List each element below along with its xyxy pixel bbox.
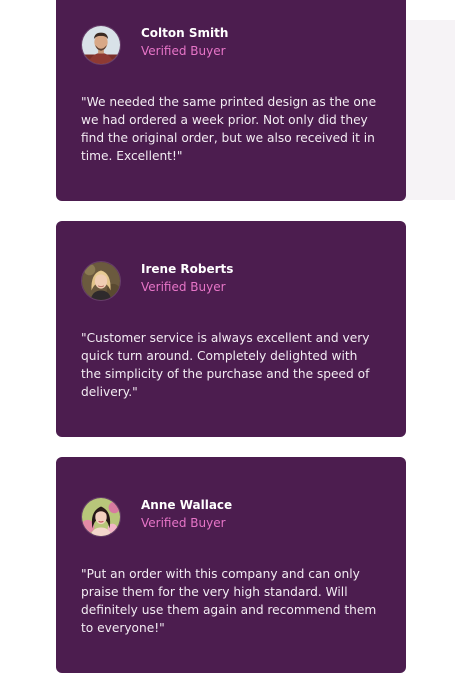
testimonial-card: Irene Roberts Verified Buyer "Customer s… [56, 221, 406, 437]
reviewer-role: Verified Buyer [141, 44, 226, 58]
testimonials-list: Colton Smith Verified Buyer "We needed t… [56, 0, 406, 693]
testimonial-quote: "We needed the same printed design as th… [81, 95, 377, 163]
reviewer-role: Verified Buyer [141, 516, 226, 530]
testimonial-header: Anne Wallace Verified Buyer [81, 497, 381, 537]
female-dark-hair-avatar-icon [81, 497, 121, 537]
reviewer-name: Anne Wallace [141, 498, 233, 512]
female-blonde-avatar-icon [81, 261, 121, 301]
testimonial-quote: "Put an order with this company and can … [81, 567, 377, 635]
male-avatar-icon [81, 25, 121, 65]
testimonial-header: Irene Roberts Verified Buyer [81, 261, 381, 301]
testimonial-card: Anne Wallace Verified Buyer "Put an orde… [56, 457, 406, 673]
testimonial-header: Colton Smith Verified Buyer [81, 25, 381, 65]
reviewer-role: Verified Buyer [141, 280, 226, 294]
reviewer-name: Colton Smith [141, 26, 229, 40]
testimonial-card: Colton Smith Verified Buyer "We needed t… [56, 0, 406, 201]
reviewer-name: Irene Roberts [141, 262, 234, 276]
testimonial-quote: "Customer service is always excellent an… [81, 331, 370, 399]
